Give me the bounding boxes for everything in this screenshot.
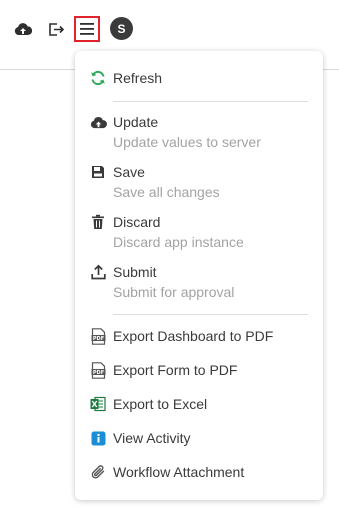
menu-item-submit[interactable]: Submit Submit for approval xyxy=(89,263,309,301)
menu-item-export-excel[interactable]: Export to Excel xyxy=(89,395,309,413)
menu-item-description: Save all changes xyxy=(113,184,220,200)
menu-item-label: Discard xyxy=(113,214,161,230)
menu-item-label: Save xyxy=(113,164,145,180)
pdf-icon: PDF xyxy=(89,327,107,345)
svg-text:PDF: PDF xyxy=(92,335,103,341)
avatar-initial: S xyxy=(117,21,126,36)
menu-item-description: Discard app instance xyxy=(113,234,244,250)
paperclip-icon xyxy=(89,463,107,481)
menu-item-label: Export to Excel xyxy=(113,396,208,412)
svg-text:PDF: PDF xyxy=(92,369,103,375)
menu-item-label: Refresh xyxy=(113,70,163,86)
refresh-icon xyxy=(89,69,107,87)
menu-divider xyxy=(113,101,308,102)
menu-item-view-activity[interactable]: View Activity xyxy=(89,429,309,447)
excel-icon xyxy=(89,395,107,413)
trash-icon xyxy=(89,213,107,231)
menu-item-refresh[interactable]: Refresh xyxy=(89,69,309,87)
hamburger-menu-icon[interactable] xyxy=(74,16,100,42)
menu-item-label: Export Dashboard to PDF xyxy=(113,328,274,344)
actions-menu: Refresh Update Update values to server S… xyxy=(75,51,323,500)
menu-item-label: Submit xyxy=(113,264,157,280)
menu-item-workflow-attachment[interactable]: Workflow Attachment xyxy=(89,463,309,481)
menu-item-label: Workflow Attachment xyxy=(113,464,245,480)
menu-item-label: View Activity xyxy=(113,430,191,446)
floppy-icon xyxy=(89,163,107,181)
avatar[interactable]: S xyxy=(110,17,133,40)
menu-item-update[interactable]: Update Update values to server xyxy=(89,113,309,151)
cloud-upload-icon xyxy=(89,113,107,131)
pdf-icon: PDF xyxy=(89,361,107,379)
menu-item-description: Submit for approval xyxy=(113,284,235,300)
exit-icon[interactable] xyxy=(44,17,68,41)
menu-item-export-form-pdf[interactable]: PDF Export Form to PDF xyxy=(89,361,309,379)
info-icon xyxy=(89,429,107,447)
menu-item-save[interactable]: Save Save all changes xyxy=(89,163,309,201)
menu-item-export-dashboard-pdf[interactable]: PDF Export Dashboard to PDF xyxy=(89,327,309,345)
menu-item-label: Update xyxy=(113,114,159,130)
cloud-upload-icon[interactable] xyxy=(11,17,35,41)
menu-divider xyxy=(113,314,308,315)
menu-item-discard[interactable]: Discard Discard app instance xyxy=(89,213,309,251)
upload-icon xyxy=(89,263,107,281)
menu-item-label: Export Form to PDF xyxy=(113,362,238,378)
menu-item-description: Update values to server xyxy=(113,134,261,150)
